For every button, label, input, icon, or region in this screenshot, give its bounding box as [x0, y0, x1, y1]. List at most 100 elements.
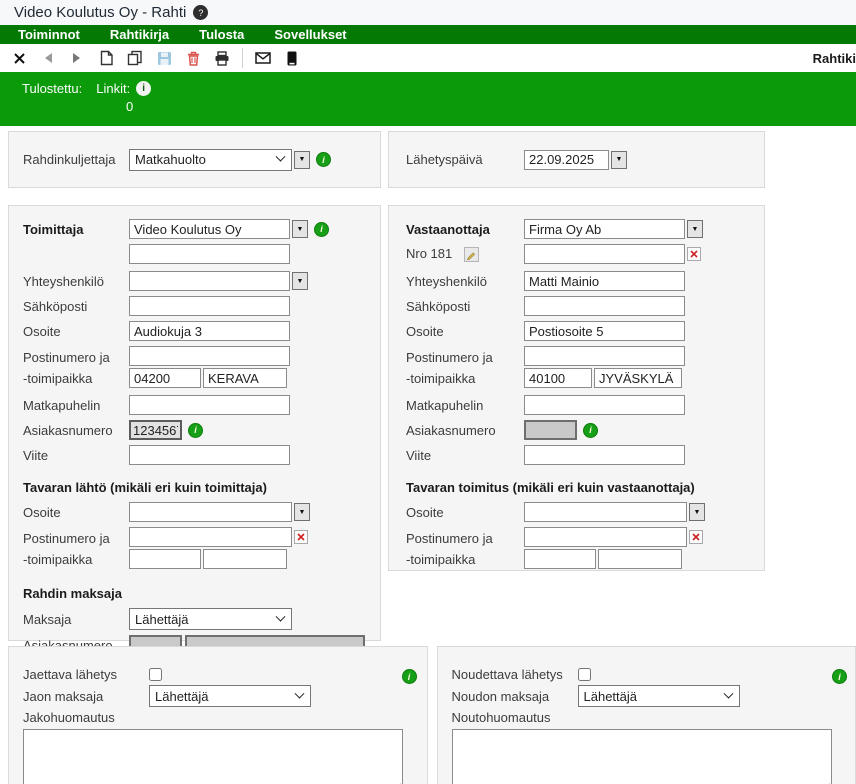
receiver-postal-city-input[interactable]	[594, 368, 682, 388]
toolbar-separator	[242, 48, 243, 68]
save-icon[interactable]	[155, 49, 173, 67]
ship-date-input[interactable]	[524, 150, 609, 170]
receiver-name-input[interactable]	[524, 219, 685, 239]
receiver-reference-input[interactable]	[524, 445, 685, 465]
receiver-clear-icon[interactable]	[687, 247, 701, 261]
split-payer-value: Lähettäjä	[155, 689, 209, 704]
pickup-shipment-panel: i Noudettava lähetys Noudon maksaja Lähe…	[437, 646, 856, 784]
mobile-phone-icon[interactable]	[283, 49, 301, 67]
links-count: 0	[126, 99, 856, 114]
freight-payer-section-title: Rahdin maksaja	[23, 586, 380, 601]
ship-date-dropdown-button[interactable]: ▼	[611, 151, 627, 169]
supplier-address-input[interactable]	[129, 321, 290, 341]
receiver-number-input[interactable]	[524, 244, 685, 264]
delivery-section-title: Tavaran toimitus (mikäli eri kuin vastaa…	[406, 480, 764, 495]
supplier-postal-code-input[interactable]	[129, 368, 201, 388]
departure-address-dropdown-button[interactable]: ▼	[294, 503, 310, 521]
receiver-customer-info-icon[interactable]: i	[583, 423, 598, 438]
forward-icon[interactable]	[68, 49, 86, 67]
pickup-payer-select[interactable]: Lähettäjä	[578, 685, 740, 707]
email-icon[interactable]	[254, 49, 272, 67]
departure-postal-code-input[interactable]	[129, 549, 201, 569]
back-icon[interactable]	[39, 49, 57, 67]
supplier-name-input[interactable]	[129, 219, 290, 239]
supplier-contact-dropdown-button[interactable]: ▼	[292, 272, 308, 290]
supplier-customer-info-icon[interactable]: i	[188, 423, 203, 438]
window-titlebar: Video Koulutus Oy - Rahti ?	[0, 0, 856, 25]
close-icon[interactable]	[10, 49, 28, 67]
freight-payer-value: Lähettäjä	[135, 612, 189, 627]
receiver-address2-input[interactable]	[524, 346, 685, 366]
supplier-address2-input[interactable]	[129, 346, 290, 366]
departure-clear-icon[interactable]	[294, 530, 308, 544]
supplier-name2-input[interactable]	[129, 244, 290, 264]
delivery-postal-code-input[interactable]	[524, 549, 596, 569]
departure-postal-city-input[interactable]	[203, 549, 287, 569]
menu-tulosta[interactable]: Tulosta	[184, 27, 259, 42]
receiver-mobile-input[interactable]	[524, 395, 685, 415]
pickup-info-icon[interactable]: i	[832, 669, 847, 684]
departure-address-input[interactable]	[129, 502, 292, 522]
carrier-info-icon[interactable]: i	[316, 152, 331, 167]
receiver-customer-number-input	[524, 420, 577, 440]
split-payer-select[interactable]: Lähettäjä	[149, 685, 311, 707]
chevron-down-icon	[276, 611, 286, 621]
chevron-down-icon	[295, 688, 305, 698]
receiver-contact-label: Yhteyshenkilö	[406, 274, 524, 289]
delivery-address-label: Osoite	[406, 505, 524, 520]
menu-toiminnot[interactable]: Toiminnot	[3, 27, 95, 42]
supplier-name-dropdown-button[interactable]: ▼	[292, 220, 308, 238]
delivery-postal-city-input[interactable]	[598, 549, 682, 569]
print-icon[interactable]	[213, 49, 231, 67]
delete-icon[interactable]	[184, 49, 202, 67]
supplier-postal-city-input[interactable]	[203, 368, 287, 388]
split-shipment-panel: i Jaettava lähetys Jaon maksaja Lähettäj…	[8, 646, 428, 784]
receiver-postal-code-input[interactable]	[524, 368, 592, 388]
delivery-address-dropdown-button[interactable]: ▼	[689, 503, 705, 521]
page-title: Video Koulutus Oy - Rahti	[14, 4, 186, 21]
supplier-info-icon[interactable]: i	[314, 222, 329, 237]
departure-address-label: Osoite	[23, 505, 129, 520]
pickup-shipment-checkbox[interactable]	[578, 668, 591, 681]
freight-payer-select[interactable]: Lähettäjä	[129, 608, 292, 630]
supplier-email-input[interactable]	[129, 296, 290, 316]
carrier-select[interactable]: Matkahuolto	[129, 149, 292, 171]
chevron-down-icon	[276, 152, 286, 162]
supplier-customer-number-input[interactable]	[129, 420, 182, 440]
menu-bar: Toiminnot Rahtikirja Tulosta Sovellukset	[0, 25, 856, 44]
delivery-clear-icon[interactable]	[689, 530, 703, 544]
receiver-email-label: Sähköposti	[406, 299, 524, 314]
delivery-address2-input[interactable]	[524, 527, 687, 547]
edit-icon[interactable]	[464, 247, 479, 262]
carrier-label: Rahdinkuljettaja	[23, 152, 129, 167]
receiver-address-input[interactable]	[524, 321, 685, 341]
supplier-mobile-input[interactable]	[129, 395, 290, 415]
copy-icon[interactable]	[126, 49, 144, 67]
receiver-email-input[interactable]	[524, 296, 685, 316]
delivery-address-input[interactable]	[524, 502, 687, 522]
supplier-panel: Toimittaja ▼ i Yhteyshenkilö ▼ Sähköpost…	[8, 205, 381, 641]
supplier-contact-input[interactable]	[129, 271, 290, 291]
new-document-icon[interactable]	[97, 49, 115, 67]
menu-rahtikirja[interactable]: Rahtikirja	[95, 27, 184, 42]
split-checkbox-label: Jaettava lähetys	[23, 667, 149, 682]
delivery-postal-label: Postinumero ja -toimipaikka	[406, 528, 524, 570]
pickup-note-textarea[interactable]	[452, 729, 832, 784]
departure-section-title: Tavaran lähtö (mikäli eri kuin toimittaj…	[23, 480, 380, 495]
carrier-dropdown-button[interactable]: ▼	[294, 151, 310, 169]
toolbar-context-label: Rahtiki	[813, 51, 856, 66]
help-icon[interactable]: ?	[193, 5, 208, 20]
supplier-customer-label: Asiakasnumero	[23, 423, 129, 438]
links-info-icon[interactable]: i	[136, 81, 151, 96]
pickup-note-label: Noutohuomautus	[452, 710, 856, 725]
split-shipment-checkbox[interactable]	[149, 668, 162, 681]
receiver-customer-label: Asiakasnumero	[406, 423, 524, 438]
supplier-reference-input[interactable]	[129, 445, 290, 465]
departure-address2-input[interactable]	[129, 527, 292, 547]
split-note-textarea[interactable]	[23, 729, 403, 784]
receiver-name-dropdown-button[interactable]: ▼	[687, 220, 703, 238]
carrier-value: Matkahuolto	[135, 152, 206, 167]
receiver-contact-input[interactable]	[524, 271, 685, 291]
menu-sovellukset[interactable]: Sovellukset	[259, 27, 361, 42]
split-info-icon[interactable]: i	[402, 669, 417, 684]
